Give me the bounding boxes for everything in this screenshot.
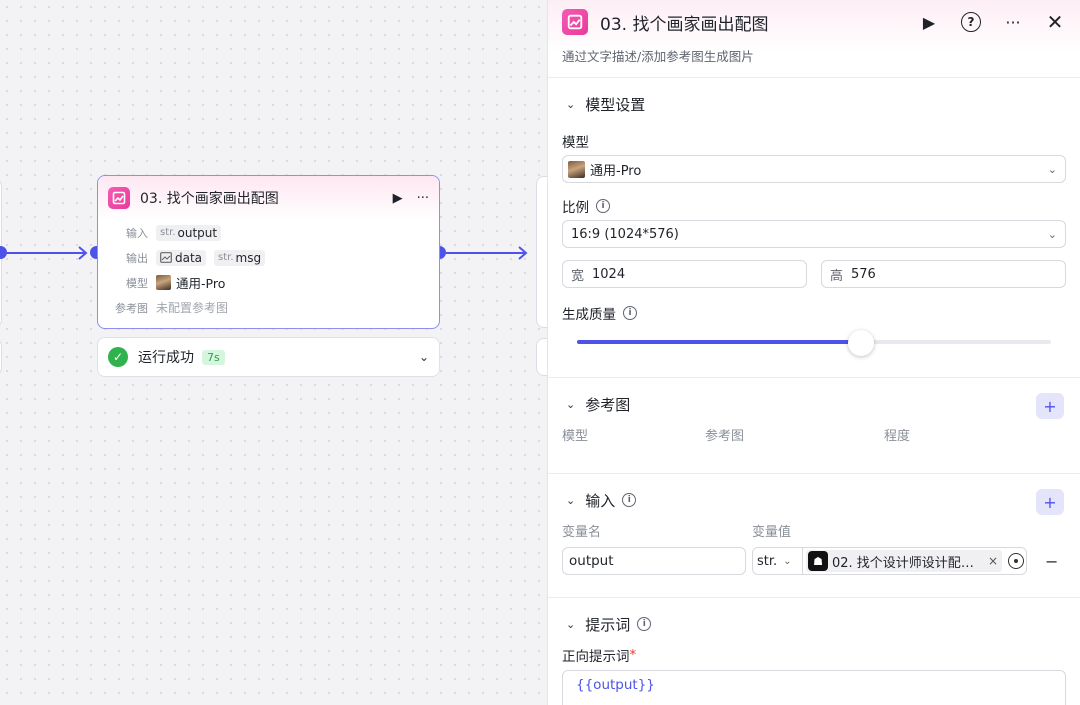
chevron-down-icon: ⌄ xyxy=(566,617,576,631)
incoming-edge xyxy=(2,252,84,254)
col-model: 模型 xyxy=(562,428,589,444)
previous-node-status[interactable] xyxy=(0,338,2,376)
chevron-down-icon: ⌄ xyxy=(566,397,576,411)
var-name-input[interactable]: output xyxy=(562,547,746,575)
info-icon[interactable]: i xyxy=(596,199,610,213)
col-degree: 程度 xyxy=(884,428,911,444)
var-value-field[interactable]: str.⌄ ☗ 02. 找个设计师设计配图 - output × xyxy=(752,547,1027,575)
node-more-button[interactable]: ··· xyxy=(417,191,429,206)
run-time-badge: 7s xyxy=(202,349,225,365)
status-text: 运行成功 xyxy=(138,350,194,366)
slider-fill xyxy=(577,340,862,344)
image-gen-node[interactable]: 03. 找个画家画出配图 ▶ ··· 输入 str. output 输出 data… xyxy=(97,175,440,329)
node-input-label: 输入 xyxy=(126,226,148,240)
positive-prompt-input[interactable]: {{output}} xyxy=(562,670,1066,705)
ghost-icon: ☗ xyxy=(808,551,828,571)
add-reference-button[interactable]: + xyxy=(1036,393,1064,419)
node-ref-value: 未配置参考图 xyxy=(156,301,229,315)
run-button[interactable]: ▶ xyxy=(918,11,940,33)
model-label: 模型 xyxy=(562,135,589,151)
positive-prompt-label: 正向提示词 * xyxy=(562,647,637,665)
help-button[interactable]: ? xyxy=(960,11,982,33)
close-icon[interactable]: × xyxy=(984,554,998,568)
col-var-value: 变量值 xyxy=(752,524,792,540)
next-node-status[interactable] xyxy=(536,338,547,376)
var-ref-tag[interactable]: ☗ 02. 找个设计师设计配图 - output × xyxy=(806,550,1002,572)
node-input-tag: str. output xyxy=(156,224,222,241)
outgoing-arrow-icon xyxy=(518,246,528,260)
panel-description[interactable]: 通过文字描述/添加参考图生成图片 xyxy=(562,46,1066,65)
image-gen-icon xyxy=(562,9,588,35)
model-select[interactable]: 通用-Pro ⌄ xyxy=(562,155,1066,183)
help-icon: ? xyxy=(961,12,981,32)
ratio-select[interactable]: 16:9 (1024*576) ⌄ xyxy=(562,220,1066,248)
add-input-button[interactable]: + xyxy=(1036,489,1064,515)
node-output-data-tag: data xyxy=(156,249,207,266)
model-avatar xyxy=(156,275,171,290)
slider-track[interactable] xyxy=(577,330,1051,356)
col-ref: 参考图 xyxy=(705,428,745,444)
chevron-down-icon: ⌄ xyxy=(566,97,576,111)
more-button[interactable]: ··· xyxy=(1002,11,1024,33)
quality-label: 生成质量 i xyxy=(562,302,1066,324)
incoming-arrow-icon xyxy=(78,246,88,260)
image-icon xyxy=(160,252,172,263)
info-icon[interactable]: i xyxy=(637,617,652,631)
height-input[interactable]: 高 576 xyxy=(821,260,1066,288)
model-settings-header[interactable]: ⌄ 模型设置 xyxy=(562,78,1066,130)
prompt-section: ⌄ 提示词 i 正向提示词 * {{output}} xyxy=(548,598,1080,705)
panel-title[interactable]: 03. 找个画家画出配图 xyxy=(600,10,898,35)
node-output-label: 输出 xyxy=(126,251,148,265)
outgoing-edge xyxy=(446,252,524,254)
node-ref-label: 参考图 xyxy=(115,301,148,315)
node-model-label: 模型 xyxy=(126,276,148,290)
run-node-button[interactable]: ▶ xyxy=(393,191,403,206)
prompt-header[interactable]: ⌄ 提示词 i xyxy=(562,598,1066,650)
next-node[interactable] xyxy=(536,176,547,328)
ratio-label: 比例 i xyxy=(562,195,1066,217)
node-title: 03. 找个画家画出配图 xyxy=(140,191,279,207)
var-type-select[interactable]: str. ⌄ xyxy=(753,548,803,574)
chevron-down-icon: ⌄ xyxy=(783,555,792,567)
remove-var-button[interactable]: − xyxy=(1045,552,1058,571)
workflow-canvas[interactable]: 03. 找个画家画出配图 ▶ ··· 输入 str. output 输出 data… xyxy=(0,0,547,705)
run-status-bar[interactable]: ✓ 运行成功 7s ⌄ xyxy=(97,337,440,377)
close-button[interactable]: ✕ xyxy=(1044,10,1066,34)
node-settings-panel: 03. 找个画家画出配图 ▶ ? ··· ✕ 通过文字描述/添加参考图生成图片 … xyxy=(547,0,1080,705)
node-model-value: 通用-Pro xyxy=(176,276,226,291)
chevron-down-icon: ⌄ xyxy=(1047,227,1057,241)
col-var-name: 变量名 xyxy=(562,524,602,540)
slider-thumb[interactable] xyxy=(848,330,875,356)
width-input[interactable]: 宽 1024 xyxy=(562,260,807,288)
quality-slider[interactable] xyxy=(562,324,1066,364)
reference-section: ⌄ 参考图 + 模型 参考图 程度 xyxy=(548,378,1080,474)
success-check-icon: ✓ xyxy=(108,347,128,367)
chevron-down-icon[interactable]: ⌄ xyxy=(419,350,429,364)
chevron-down-icon: ⌄ xyxy=(566,493,576,507)
info-icon[interactable]: i xyxy=(623,306,637,320)
chevron-down-icon: ⌄ xyxy=(1047,162,1057,176)
target-icon[interactable] xyxy=(1008,553,1024,569)
image-gen-icon xyxy=(108,187,130,209)
input-section: ⌄ 输入 i + 变量名 变量值 output str. ⌄ ☗ 02. 找个设计… xyxy=(548,474,1080,598)
info-icon[interactable]: i xyxy=(622,493,637,507)
model-settings-section: ⌄ 模型设置 模型 通用-Pro ⌄ 比例 i 16:9 (1024*576) … xyxy=(548,78,1080,378)
model-avatar xyxy=(568,160,585,178)
node-output-msg-tag: str. msg xyxy=(214,249,266,266)
